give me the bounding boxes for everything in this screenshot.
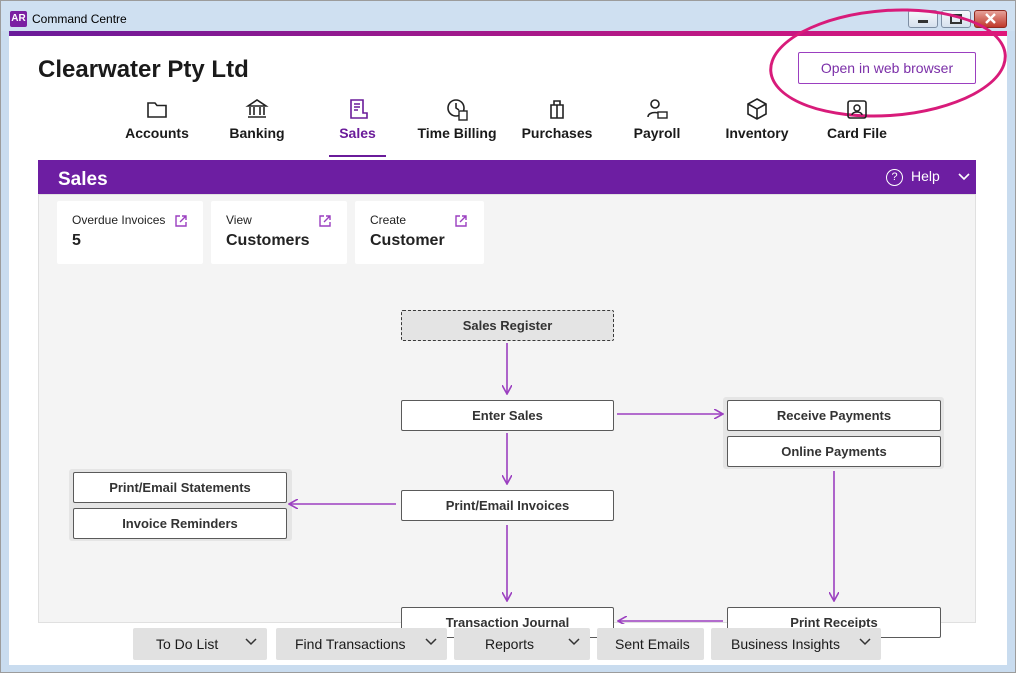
- sales-panel-body: Overdue Invoices 5 View Customers Create…: [38, 194, 976, 638]
- card-label: Overdue Invoices: [72, 213, 166, 227]
- invoice-reminders-button[interactable]: Invoice Reminders: [73, 508, 287, 539]
- footer-label: To Do List: [156, 636, 219, 652]
- nav-inventory[interactable]: Inventory: [707, 97, 807, 157]
- nav-time-billing-label: Time Billing: [417, 125, 497, 141]
- enter-sales-button[interactable]: Enter Sales: [401, 400, 614, 431]
- online-payments-button[interactable]: Online Payments: [727, 436, 941, 467]
- receipt-icon: [349, 99, 368, 119]
- app-logo-icon: AR: [10, 11, 27, 27]
- business-insights-dropdown[interactable]: Business Insights: [711, 628, 881, 660]
- chevron-down-icon: [568, 638, 580, 646]
- chevron-down-icon: [859, 638, 871, 646]
- external-link-icon: [319, 215, 331, 227]
- clock-icon: [447, 99, 468, 121]
- person-cash-icon: [647, 99, 668, 119]
- receive-payments-button[interactable]: Receive Payments: [727, 400, 941, 431]
- minimize-button[interactable]: [908, 10, 938, 28]
- card-value: Customers: [226, 232, 310, 249]
- external-link-icon: [455, 215, 467, 227]
- nav-purchases-label: Purchases: [521, 125, 593, 141]
- nav-time-billing[interactable]: Time Billing: [407, 97, 507, 157]
- nav-banking[interactable]: Banking: [207, 97, 307, 157]
- shopping-bag-icon: [550, 100, 564, 119]
- minimize-icon: [918, 20, 928, 23]
- nav-accounts[interactable]: Accounts: [107, 97, 207, 157]
- chevron-down-icon[interactable]: [958, 168, 970, 184]
- close-icon: [985, 13, 996, 24]
- overdue-invoices-card[interactable]: Overdue Invoices 5: [57, 201, 203, 264]
- close-button[interactable]: [974, 10, 1007, 28]
- main-area: Clearwater Pty Ltd Open in web browser A…: [9, 0, 1011, 665]
- nav-inventory-label: Inventory: [725, 125, 789, 141]
- nav-accounts-label: Accounts: [125, 125, 189, 141]
- card-value: 5: [72, 232, 81, 249]
- company-name: Clearwater Pty Ltd: [38, 56, 249, 83]
- window-title: Command Centre: [32, 12, 127, 26]
- footer-label: Business Insights: [731, 636, 840, 652]
- bank-icon: [245, 99, 269, 118]
- chevron-down-icon: [425, 638, 437, 646]
- footer-label: Find Transactions: [295, 636, 406, 652]
- folder-icon: [147, 102, 167, 118]
- sales-register-button[interactable]: Sales Register: [401, 310, 614, 341]
- open-in-web-browser-button[interactable]: Open in web browser: [798, 52, 976, 84]
- footer-label: Sent Emails: [615, 636, 690, 652]
- active-tab-underline: [329, 155, 386, 157]
- nav-sales[interactable]: Sales: [329, 97, 386, 157]
- print-email-statements-button[interactable]: Print/Email Statements: [73, 472, 287, 503]
- card-label: View: [226, 213, 252, 227]
- panel-title: Sales: [58, 169, 108, 190]
- nav-sales-label: Sales: [339, 125, 376, 141]
- to-do-list-dropdown[interactable]: To Do List: [133, 628, 267, 660]
- find-transactions-dropdown[interactable]: Find Transactions: [276, 628, 447, 660]
- external-link-icon: [175, 215, 187, 227]
- reports-dropdown[interactable]: Reports: [454, 628, 590, 660]
- command-centre-window: AR Command Centre Clearwater Pty Ltd Ope…: [0, 0, 1016, 673]
- help-label: Help: [911, 168, 940, 184]
- maximize-button[interactable]: [941, 10, 971, 28]
- help-icon: ?: [886, 168, 903, 186]
- box-icon: [747, 98, 767, 120]
- nav-card-file-label: Card File: [827, 125, 887, 141]
- contact-card-icon: [847, 100, 867, 119]
- view-customers-card[interactable]: View Customers: [211, 201, 347, 264]
- print-email-invoices-button[interactable]: Print/Email Invoices: [401, 490, 614, 521]
- card-label: Create: [370, 213, 407, 227]
- create-customer-card[interactable]: Create Customer: [355, 201, 484, 264]
- help-button[interactable]: ? Help: [886, 168, 940, 186]
- chevron-down-icon: [245, 638, 257, 646]
- footer-label: Reports: [485, 636, 535, 652]
- nav-purchases[interactable]: Purchases: [507, 97, 607, 157]
- sent-emails-button[interactable]: Sent Emails: [597, 628, 704, 660]
- card-value: Customer: [370, 232, 445, 249]
- sales-panel-header: Sales ? Help: [38, 160, 976, 194]
- nav-payroll[interactable]: Payroll: [607, 97, 707, 157]
- maximize-icon: [950, 14, 962, 24]
- accent-bar: [9, 31, 1007, 36]
- nav-banking-label: Banking: [229, 125, 285, 141]
- nav-card-file[interactable]: Card File: [807, 97, 907, 157]
- nav-payroll-label: Payroll: [633, 125, 681, 141]
- title-bar: AR Command Centre: [1, 1, 1015, 31]
